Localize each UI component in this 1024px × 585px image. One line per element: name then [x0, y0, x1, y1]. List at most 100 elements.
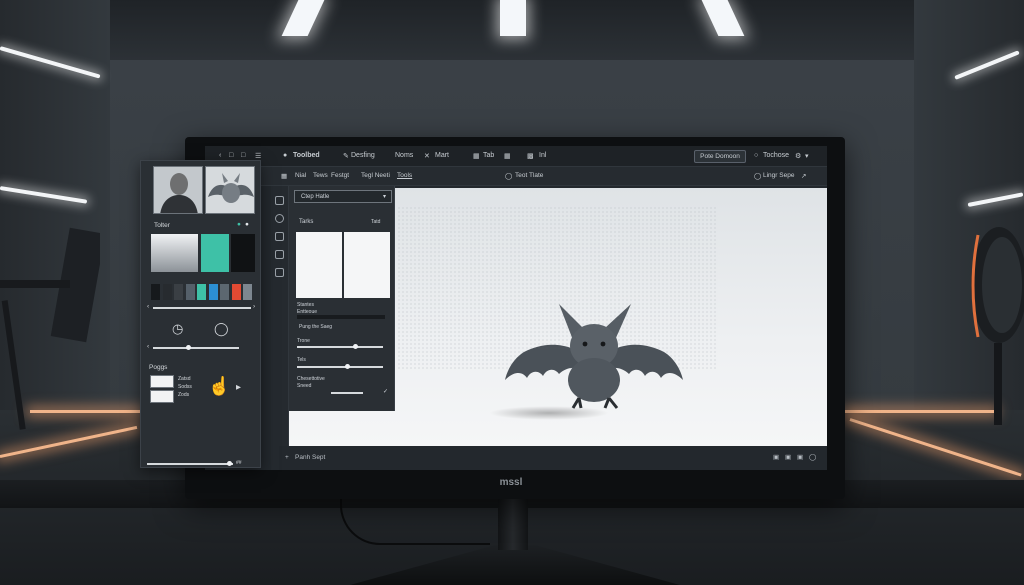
chesettotive-slider[interactable]: [331, 392, 363, 394]
page-row-label-1: Zatsd: [178, 376, 191, 382]
color-swatch[interactable]: [151, 284, 160, 300]
color-swatch[interactable]: [208, 284, 218, 300]
chevron-left-icon[interactable]: ‹: [147, 303, 149, 310]
source-slider[interactable]: [297, 315, 385, 319]
clock-dial-icon[interactable]: ◷: [172, 321, 183, 337]
bat-thumbnail: [206, 167, 254, 213]
chevron-down-icon[interactable]: ▾: [805, 152, 809, 160]
chevron-right-icon[interactable]: ›: [253, 303, 255, 310]
color-swatch[interactable]: [162, 284, 172, 300]
color-swatch[interactable]: [174, 284, 183, 300]
add-icon[interactable]: +: [285, 454, 289, 461]
trone-slider-knob[interactable]: [353, 344, 358, 349]
app-window: ‹ □ □ ☰ ● Toolbed ✎ Desfing Noms ✕ Mart …: [205, 146, 827, 470]
back-icon[interactable]: ‹: [219, 152, 221, 159]
table-icon: ▦: [473, 153, 480, 160]
menu-item-tews[interactable]: Tews: [313, 172, 328, 179]
person-photo: [154, 167, 202, 213]
opacity-slider-knob[interactable]: [186, 345, 191, 350]
status-dot-icon: ●: [237, 221, 241, 228]
account-icon: ○: [754, 152, 759, 159]
pages-label: Poggs: [149, 364, 168, 371]
teal-swatch[interactable]: [201, 234, 229, 272]
color-swatch[interactable]: [231, 284, 241, 300]
menu-item-tools[interactable]: Tools: [397, 172, 412, 179]
bottom-slider-knob[interactable]: [227, 461, 232, 466]
menu-item-nial[interactable]: Nial: [295, 172, 306, 179]
tels-slider-knob[interactable]: [345, 364, 350, 369]
pen-tool-icon[interactable]: [275, 250, 284, 259]
settings-icon[interactable]: ⚙: [795, 152, 801, 160]
section-label: Tolter: [154, 222, 170, 229]
studio-lamp-left: [0, 227, 100, 430]
section-trone: Trone: [297, 338, 310, 344]
camera-icon[interactable]: ▣: [773, 453, 779, 461]
image-icon: ▩: [527, 153, 534, 160]
shape-tool-icon[interactable]: [275, 214, 284, 223]
topbar-item-tab[interactable]: Tab: [483, 152, 494, 159]
color-swatch[interactable]: [185, 284, 195, 300]
page-thumb-1[interactable]: [150, 375, 174, 388]
window-icon[interactable]: □: [241, 152, 245, 159]
black-swatch[interactable]: [231, 234, 255, 272]
play-icon[interactable]: ▶: [236, 383, 241, 391]
menu-item-festgt[interactable]: Festgt: [331, 172, 349, 179]
properties-panel: Ctep Hatle ▾ Tarks Tatd Stantes Entteoue…: [289, 186, 395, 411]
chevron-down-icon: ▾: [383, 194, 387, 200]
menu-right-item[interactable]: Lingr Sepe: [763, 172, 794, 179]
menu-icon[interactable]: ☰: [255, 152, 261, 160]
topbar-item-desfing[interactable]: Desfing: [351, 152, 375, 159]
section-tels: Tels: [297, 357, 306, 363]
tasks-label: Tarks: [299, 219, 314, 225]
texture-slot-right[interactable]: [344, 232, 390, 298]
layers-tool-icon[interactable]: [275, 232, 284, 241]
monitor-stand-neck: [498, 498, 528, 550]
gradient-swatch[interactable]: [151, 234, 198, 272]
share-icon[interactable]: ▣: [797, 453, 803, 461]
bottom-slider[interactable]: [147, 463, 233, 465]
close-x-icon[interactable]: ✕: [424, 152, 430, 160]
move-tool-icon[interactable]: [275, 196, 284, 205]
sub-label: Sneed: [297, 383, 312, 389]
grid-icon: ▦: [504, 153, 511, 160]
topbar-item-noms[interactable]: Noms: [395, 152, 413, 159]
forward-icon[interactable]: □: [229, 152, 233, 159]
timer-icon: ◯: [754, 173, 762, 180]
account-menu[interactable]: Tochose: [763, 152, 789, 159]
menu-bar: ▦ Nial Tews Festgt Tegl Neeti Tools ◯ Te…: [205, 167, 827, 186]
texture-slot-left[interactable]: [296, 232, 342, 298]
avatar-thumbnail-person[interactable]: [153, 166, 203, 214]
monitor-cable: [340, 495, 490, 545]
chevron-left-icon[interactable]: ‹: [147, 343, 149, 350]
page-thumb-2[interactable]: [150, 390, 174, 403]
color-swatch[interactable]: [197, 284, 206, 300]
status-bar: + Panh Sept ▣ ▣ ▣ ◯: [279, 446, 827, 470]
clock-icon: ◯: [505, 173, 513, 180]
opacity-slider[interactable]: [153, 347, 239, 349]
color-swatch[interactable]: [243, 284, 252, 300]
text-tool-icon[interactable]: [275, 268, 284, 277]
bat-3d-model[interactable]: [499, 300, 689, 420]
timer-dial-icon[interactable]: ◯: [214, 321, 229, 337]
trone-slider[interactable]: [297, 346, 383, 348]
info-icon[interactable]: ◯: [809, 453, 816, 461]
menu-item-tegl-neeti[interactable]: Tegl Neeti: [361, 172, 390, 179]
tels-slider[interactable]: [297, 366, 383, 368]
topbar-item-inl[interactable]: Inl: [539, 152, 546, 159]
expand-icon[interactable]: ↗: [801, 172, 806, 180]
title-bar: ‹ □ □ ☰ ● Toolbed ✎ Desfing Noms ✕ Mart …: [205, 146, 827, 167]
page-row-label-2: Sodss: [178, 384, 192, 390]
section-chesettotive: Chesettotive: [297, 376, 325, 382]
topbar-action-button[interactable]: Pote Domoon: [694, 150, 746, 163]
menu-center-title: Teot Tlate: [515, 172, 544, 179]
avatar-thumbnail-bat[interactable]: [205, 166, 255, 214]
status-dot-icon: ●: [245, 221, 249, 228]
color-swatch-row: [151, 284, 255, 300]
monitor-brand-logo: mssl: [499, 477, 523, 488]
color-swatch[interactable]: [220, 284, 229, 300]
save-icon[interactable]: ▣: [785, 453, 791, 461]
topbar-item-mart[interactable]: Mart: [435, 152, 449, 159]
pin-icon[interactable]: ✓: [383, 388, 388, 395]
hand-gesture-icon[interactable]: ☝: [208, 376, 230, 397]
size-slider[interactable]: [153, 307, 251, 309]
